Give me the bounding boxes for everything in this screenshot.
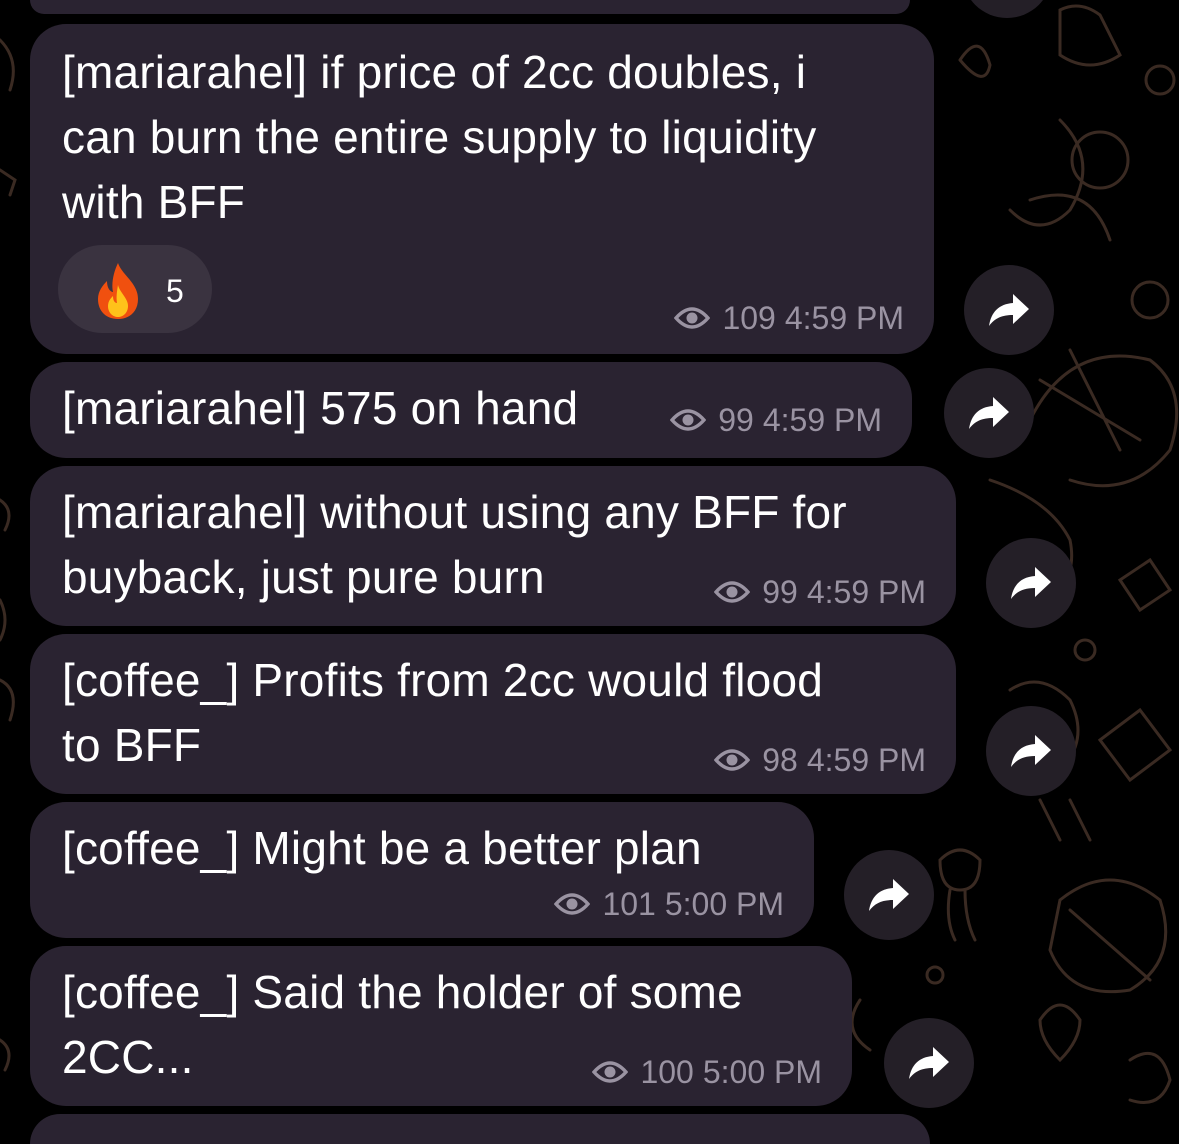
message-bubble: [mariarahel] without using any BFF for b… [30, 466, 956, 626]
message-text: [mariarahel] 575 on hand [62, 382, 579, 434]
message-meta: 98 4:59 PM [714, 742, 926, 778]
message-bubble: [coffee_] Might be a better plan 101 5:0… [30, 802, 814, 938]
message-time: 4:59 PM [806, 574, 926, 610]
view-count: 101 [602, 886, 656, 922]
message-time: 4:59 PM [806, 742, 926, 778]
next-message-edge [30, 1114, 930, 1144]
eye-icon [674, 306, 711, 330]
share-arrow-icon [989, 294, 1029, 326]
eye-icon [592, 1060, 629, 1084]
message-meta: 101 5:00 PM [554, 886, 784, 922]
share-arrow-icon [1011, 567, 1051, 599]
message-text: [mariarahel] if price of 2cc doubles, i … [62, 46, 817, 228]
reaction-chip[interactable]: 5 [58, 245, 212, 333]
message-bubble: [mariarahel] 575 on hand 99 4:59 PM [30, 362, 912, 458]
eye-icon [714, 748, 751, 772]
fire-emoji-icon [92, 261, 144, 326]
forward-button[interactable] [964, 265, 1054, 355]
forward-button[interactable] [884, 1018, 974, 1108]
view-count: 99 [762, 574, 798, 610]
view-count: 99 [718, 402, 754, 438]
view-count: 100 [640, 1054, 694, 1090]
previous-message-edge [30, 0, 910, 14]
forward-button[interactable] [986, 538, 1076, 628]
share-arrow-icon [1011, 735, 1051, 767]
eye-icon [554, 892, 591, 916]
share-arrow-icon [869, 879, 909, 911]
message-bubble: [coffee_] Said the holder of some 2CC...… [30, 946, 852, 1106]
message-time: 5:00 PM [702, 1054, 822, 1090]
eye-icon [714, 580, 751, 604]
message-meta: 100 5:00 PM [592, 1054, 822, 1090]
reaction-count: 5 [166, 273, 184, 309]
message-meta: 99 4:59 PM [714, 574, 926, 610]
message-bubble: [mariarahel] if price of 2cc doubles, i … [30, 24, 934, 354]
forward-button[interactable] [844, 850, 934, 940]
eye-icon [670, 408, 707, 432]
share-arrow-icon [909, 1047, 949, 1079]
message-time: 5:00 PM [664, 886, 784, 922]
forward-button[interactable] [944, 368, 1034, 458]
message-time: 4:59 PM [784, 300, 904, 336]
message-meta: 109 4:59 PM [674, 300, 904, 336]
message-text: [coffee_] Might be a better plan [62, 822, 702, 874]
share-arrow-icon [969, 397, 1009, 429]
message-time: 4:59 PM [762, 402, 882, 438]
message-bubble: [coffee_] Profits from 2cc would flood t… [30, 634, 956, 794]
message-meta: 99 4:59 PM [670, 402, 882, 438]
view-count: 109 [722, 300, 776, 336]
message-text: [coffee_] Profits from 2cc would flood t… [62, 654, 824, 771]
forward-button[interactable] [986, 706, 1076, 796]
view-count: 98 [762, 742, 798, 778]
